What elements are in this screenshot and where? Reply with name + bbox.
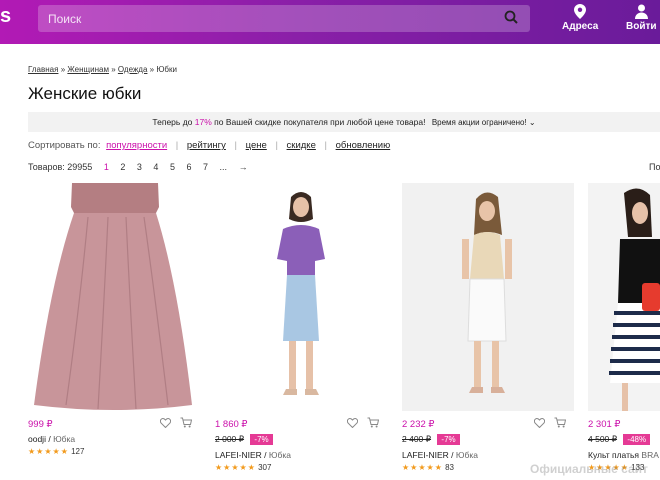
review-count: 83 [445, 463, 454, 472]
breadcrumb-separator: » [111, 65, 116, 74]
discount-badge: -48% [623, 434, 651, 445]
breadcrumb-separator: » [60, 65, 66, 74]
search-bar [38, 5, 530, 32]
cart-icon[interactable] [367, 417, 380, 431]
addresses-link[interactable]: Адреса [562, 4, 598, 32]
review-count: 127 [71, 447, 85, 456]
breadcrumb-women[interactable]: Женщинам [67, 65, 109, 74]
promo-limited-toggle[interactable]: Время акции ограничено! ⌄ [432, 118, 536, 127]
promo-percent: 17% [194, 117, 212, 127]
product-card[interactable]: 2 301 ₽ 4 500 ₽ -48% Культ платья BRA ★★… [588, 183, 660, 472]
breadcrumb: Главная » Женщинам » Одежда » Юбки [28, 65, 177, 74]
search-input[interactable] [38, 5, 498, 32]
breadcrumb-clothing[interactable]: Одежда [118, 65, 148, 74]
review-count: 307 [258, 463, 272, 472]
discount-badge: -7% [437, 434, 460, 445]
star-icons: ★★★★★ [215, 463, 256, 472]
page-link-4[interactable]: 4 [153, 162, 158, 172]
product-card[interactable]: 2 232 ₽ 2 400 ₽ -7% LAFEI-NIER / Юбка ★★… [402, 183, 574, 472]
sort-divider: | [324, 140, 327, 151]
product-price: 2 232 ₽ [402, 419, 435, 430]
sort-price[interactable]: цене [246, 140, 267, 151]
sort-divider: | [234, 140, 237, 151]
user-icon [634, 4, 648, 19]
watermark-text: Официальные сайт [530, 462, 648, 476]
search-icon[interactable] [504, 10, 522, 28]
product-image[interactable] [215, 183, 387, 411]
promo-banner: Теперь до 17% по Вашей скидке покупателя… [28, 112, 660, 132]
breadcrumb-home[interactable]: Главная [28, 65, 58, 74]
old-price: 2 400 ₽ [402, 434, 432, 444]
page-link-7[interactable]: 7 [203, 162, 208, 172]
product-price: 999 ₽ [28, 419, 53, 430]
product-image[interactable] [402, 183, 574, 411]
heart-icon[interactable] [160, 418, 172, 431]
pagination: Товаров: 29955 1 2 3 4 5 6 7 ... → [28, 162, 248, 172]
product-title[interactable]: LAFEI-NIER / Юбка [215, 450, 387, 460]
page-link-2[interactable]: 2 [120, 162, 125, 172]
sort-updated[interactable]: обновлению [336, 140, 391, 151]
product-title[interactable]: LAFEI-NIER / Юбка [402, 450, 574, 460]
product-brand: oodji [28, 434, 46, 444]
page-ellipsis: ... [219, 162, 228, 172]
product-title[interactable]: Культ платья BRA [588, 450, 660, 460]
top-header: s Адреса Войти [0, 0, 660, 44]
product-image[interactable] [588, 183, 660, 411]
promo-text-after: по Вашей скидке покупателя при любой цен… [214, 117, 426, 127]
sort-label: Сортировать по: [28, 140, 101, 151]
sort-divider: | [175, 140, 179, 151]
discount-badge: -7% [250, 434, 273, 445]
chevron-down-icon: ⌄ [528, 118, 536, 127]
star-icons: ★★★★★ [28, 447, 69, 456]
product-rating: ★★★★★ 127 [28, 447, 200, 456]
sort-discount[interactable]: скидке [287, 140, 316, 151]
page-link-6[interactable]: 6 [186, 162, 191, 172]
product-category: Юбка [455, 450, 478, 460]
page-link-1[interactable]: 1 [104, 162, 109, 172]
product-count: Товаров: 29955 [28, 162, 93, 172]
page-title: Женские юбки [28, 84, 142, 103]
old-price: 2 000 ₽ [215, 434, 245, 444]
product-category: BRA [641, 450, 659, 460]
old-price: 4 500 ₽ [588, 434, 618, 444]
product-category: Юбка [53, 434, 76, 444]
sort-popularity[interactable]: популярности [106, 140, 167, 151]
product-rating: ★★★★★ 307 [215, 463, 387, 472]
product-brand: Культ платья [588, 450, 640, 460]
page-link-3[interactable]: 3 [137, 162, 142, 172]
page-link-5[interactable]: 5 [170, 162, 175, 172]
product-price: 2 301 ₽ [588, 419, 621, 430]
next-page-arrow-icon[interactable]: → [239, 162, 248, 172]
sort-divider: | [275, 140, 278, 151]
site-logo[interactable]: s [0, 5, 11, 28]
product-price: 1 860 ₽ [215, 419, 248, 430]
sort-rating[interactable]: рейтингу [187, 140, 226, 151]
heart-icon[interactable] [347, 418, 359, 431]
cart-icon[interactable] [554, 417, 567, 431]
breadcrumb-separator: » [149, 65, 155, 74]
sort-bar: Сортировать по: популярности | рейтингу … [28, 140, 393, 151]
promo-text-before: Теперь до [152, 117, 193, 127]
promo-limited-label: Время акции ограничено! [431, 118, 527, 127]
cart-icon[interactable] [180, 417, 193, 431]
addresses-label: Адреса [562, 21, 599, 32]
star-icons: ★★★★★ [402, 463, 443, 472]
product-card[interactable]: 999 ₽ oodji / Юбка ★★★★★ 127 [28, 183, 200, 456]
breadcrumb-current: Юбки [156, 65, 177, 74]
product-title[interactable]: oodji / Юбка [28, 434, 200, 444]
view-options-clipped[interactable]: По [649, 162, 660, 172]
login-label: Войти [626, 21, 657, 32]
product-brand: LAFEI-NIER [215, 450, 262, 460]
login-link[interactable]: Войти [626, 4, 657, 32]
product-category: Юбка [268, 450, 291, 460]
product-image[interactable] [28, 183, 200, 411]
product-card[interactable]: 1 860 ₽ 2 000 ₽ -7% LAFEI-NIER / Юбка ★★… [215, 183, 387, 472]
heart-icon[interactable] [534, 418, 546, 431]
map-pin-icon [574, 4, 587, 19]
product-brand: LAFEI-NIER [402, 450, 449, 460]
